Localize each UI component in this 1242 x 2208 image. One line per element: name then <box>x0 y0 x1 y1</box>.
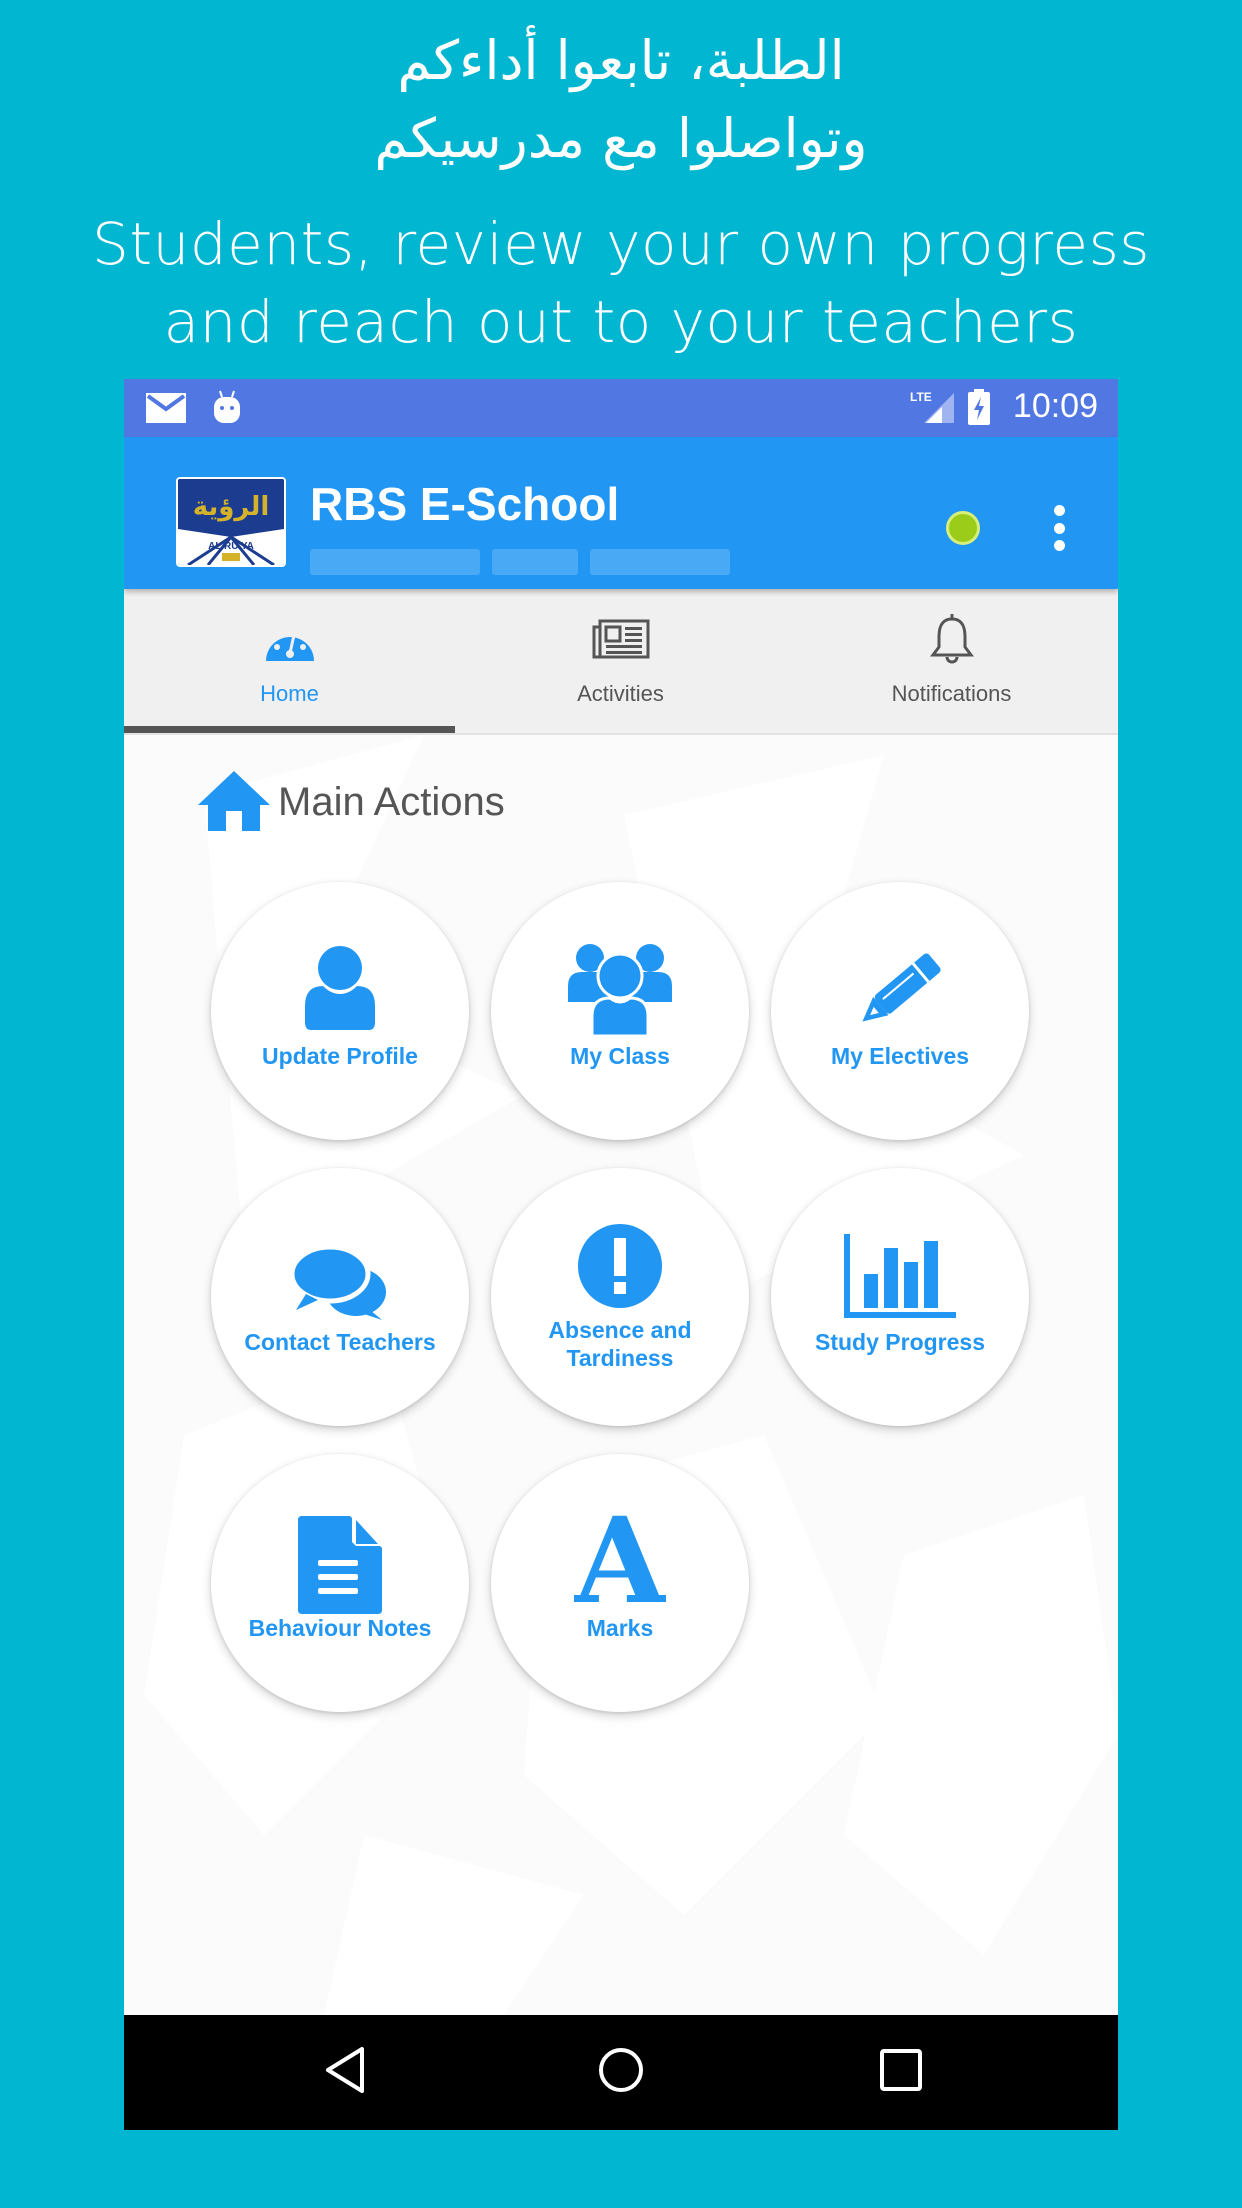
active-tab-indicator <box>124 726 455 733</box>
section-title: Main Actions <box>278 780 505 824</box>
tab-home-label: Home <box>260 681 319 706</box>
overflow-menu-icon[interactable] <box>1044 499 1074 557</box>
bar-chart-icon <box>844 1234 956 1323</box>
marks-button[interactable]: A Marks <box>491 1454 749 1712</box>
my-class-button[interactable]: My Class <box>491 882 749 1140</box>
back-button[interactable] <box>320 2045 368 2100</box>
letter-a-icon: A <box>573 1491 667 1630</box>
section-header: Main Actions <box>198 769 505 836</box>
logo-arabic-text: الرؤية <box>193 492 270 522</box>
behaviour-notes-button[interactable]: Behaviour Notes <box>211 1454 469 1712</box>
promo-arabic-line-1: الطلبة، تابعوا أداءكم <box>397 29 845 92</box>
tab-notifications[interactable]: Notifications <box>786 589 1117 735</box>
android-debug-icon <box>212 389 242 430</box>
online-status-indicator <box>946 511 980 545</box>
phone-screen: LTE 10:09 الرؤية AL RU'YA RBS E-School H… <box>124 379 1118 2130</box>
marks-label: Marks <box>586 1615 654 1641</box>
svg-text:A: A <box>574 1510 666 1606</box>
mail-icon <box>146 393 186 428</box>
behaviour-notes-label: Behaviour Notes <box>248 1615 432 1641</box>
my-electives-label: My Electives <box>830 1043 970 1069</box>
user-icon <box>305 946 375 1035</box>
status-time: 10:09 <box>1012 387 1098 425</box>
promo-english-line-2: and reach out to your teachers <box>163 288 1079 356</box>
exclamation-icon <box>578 1224 662 1313</box>
bell-icon <box>928 613 976 670</box>
study-progress-label: Study Progress <box>815 1329 985 1355</box>
system-nav-bar <box>124 2015 1118 2130</box>
svg-text:LTE: LTE <box>910 390 932 404</box>
main-content: Main Actions Update Profile My Class My … <box>124 735 1118 2015</box>
home-icon <box>198 769 270 836</box>
my-class-label: My Class <box>570 1043 670 1069</box>
lte-signal-icon: LTE <box>910 389 956 430</box>
home-nav-button[interactable] <box>596 2045 646 2100</box>
absence-tardiness-button[interactable]: Absence and Tardiness <box>491 1168 749 1426</box>
chat-bubbles-icon <box>289 1244 390 1327</box>
promo-english-line-1: Students, review your own progress <box>92 210 1150 278</box>
absence-tardiness-label: Absence and Tardiness <box>548 1317 692 1371</box>
document-icon <box>298 1516 382 1619</box>
study-progress-button[interactable]: Study Progress <box>771 1168 1029 1426</box>
recents-button[interactable] <box>878 2045 924 2100</box>
update-profile-label: Update Profile <box>262 1043 418 1069</box>
dashboard-icon <box>265 619 315 668</box>
home-circle-icon <box>599 2048 643 2092</box>
group-icon <box>568 942 672 1043</box>
app-bar: الرؤية AL RU'YA RBS E-School <box>124 437 1118 589</box>
pencil-icon <box>857 950 943 1035</box>
recents-square-icon <box>880 2049 922 2091</box>
app-subtitle-redacted <box>310 549 778 575</box>
my-electives-button[interactable]: My Electives <box>771 882 1029 1140</box>
school-logo: الرؤية AL RU'YA <box>176 477 286 567</box>
logo-latin-text: AL RU'YA <box>208 541 254 552</box>
tab-home[interactable]: Home <box>124 589 455 735</box>
promo-arabic-text: الطلبة، تابعوا أداءكم وتواصلوا مع مدرسيك… <box>0 22 1242 178</box>
promo-arabic-line-2: وتواصلوا مع مدرسيكم <box>374 107 868 170</box>
tab-activities-label: Activities <box>577 681 664 706</box>
contact-teachers-label: Contact Teachers <box>244 1329 436 1355</box>
contact-teachers-button[interactable]: Contact Teachers <box>211 1168 469 1426</box>
battery-charging-icon <box>968 389 990 430</box>
tab-notifications-label: Notifications <box>891 681 1012 706</box>
back-triangle-icon <box>326 2047 364 2093</box>
promo-english-text: Students, review your own progress and r… <box>0 205 1242 361</box>
update-profile-button[interactable]: Update Profile <box>211 882 469 1140</box>
app-title: RBS E-School <box>310 478 620 530</box>
tab-activities[interactable]: Activities <box>455 589 786 735</box>
status-bar: LTE 10:09 <box>124 379 1118 437</box>
tab-bar: Home Activities Notifications <box>124 589 1118 735</box>
newspaper-icon <box>592 619 650 664</box>
